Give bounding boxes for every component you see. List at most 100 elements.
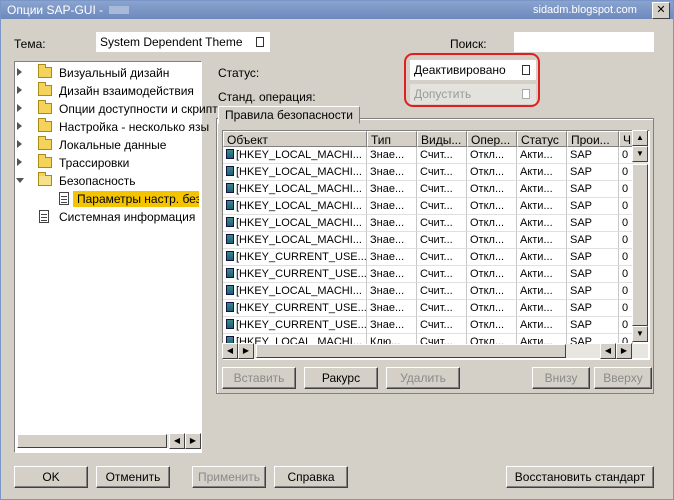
table-cell: SAP (567, 198, 619, 215)
column-header-count[interactable]: Ч. (619, 131, 633, 147)
tree-item-security[interactable]: Безопасность (15, 172, 201, 190)
column-header-object[interactable]: Объект (223, 131, 367, 147)
tree-item-interaction-design[interactable]: Дизайн взаимодействия (15, 82, 201, 100)
folder-icon (38, 136, 52, 150)
cell-text: [HKEY_LOCAL_MACHI... (236, 234, 362, 246)
table-cell: Акти... (517, 147, 567, 164)
tree-item-system-info[interactable]: Системная информация (15, 208, 201, 226)
open-folder-icon (38, 172, 52, 186)
cell-text: Откл... (470, 251, 505, 263)
table-cell: Знае... (367, 232, 417, 249)
table-cell: [HKEY_CURRENT_USE... (223, 300, 367, 317)
cell-text: Счит... (420, 149, 453, 161)
cell-text: SAP (570, 166, 593, 178)
help-button[interactable]: Справка (274, 466, 348, 488)
cell-text: [HKEY_CURRENT_USE... (236, 251, 367, 263)
expand-arrow-icon[interactable] (17, 86, 22, 94)
expand-arrow-icon[interactable] (17, 68, 22, 76)
cell-text: 0 (622, 285, 629, 297)
tree-item-visual-design[interactable]: Визуальный дизайн (15, 64, 201, 82)
column-header-origin[interactable]: Прои... (567, 131, 619, 147)
cell-text: Счит... (420, 234, 453, 246)
title-bar[interactable]: Опции SAP-GUI - sidadm.blogspot.com ✕ (1, 1, 673, 19)
cell-text: Откл... (470, 200, 505, 212)
theme-value: System Dependent Theme (100, 35, 243, 49)
settings-tree[interactable]: Визуальный дизайн Дизайн взаимодействия … (14, 61, 218, 453)
status-label: Статус: (218, 66, 260, 80)
column-header-operation[interactable]: Опер... (467, 131, 517, 147)
scroll-right-icon[interactable]: ▶ (185, 433, 201, 449)
tree-scroll-thumb[interactable] (17, 434, 167, 448)
table-cell: SAP (567, 266, 619, 283)
expand-arrow-icon[interactable] (17, 122, 22, 130)
theme-select[interactable]: System Dependent Theme (96, 32, 270, 52)
table-cell: Акти... (517, 266, 567, 283)
scroll-right-icon[interactable]: ▶ (616, 343, 632, 359)
insert-button: Вставить (222, 367, 296, 389)
tab-security-rules[interactable]: Правила безопасности (218, 106, 360, 124)
scroll-left-icon[interactable]: ◀ (222, 343, 238, 359)
cell-text: Откл... (470, 183, 505, 195)
table-cell: [HKEY_CURRENT_USE... (223, 266, 367, 283)
table-cell: 0 (619, 300, 633, 317)
scroll-right-icon[interactable]: ▶ (238, 343, 254, 359)
table-horizontal-scrollbar[interactable]: ◀ ▶ ◀ ▶ (222, 343, 648, 359)
table-cell: Откл... (467, 164, 517, 181)
scroll-up-icon[interactable]: ▲ (632, 130, 648, 146)
collapse-arrow-icon[interactable] (16, 178, 24, 183)
table-cell: [HKEY_LOCAL_MACHI... (223, 283, 367, 300)
table-cell: Откл... (467, 283, 517, 300)
scroll-left-icon[interactable]: ◀ (600, 343, 616, 359)
tree-item-accessibility[interactable]: Опции доступности и скрипт (15, 100, 218, 118)
cell-text: 0 (622, 183, 629, 195)
ok-button[interactable]: OK (14, 466, 88, 488)
table-cell: Знае... (367, 317, 417, 334)
tree-item-security-settings[interactable]: Параметры настр. безо (15, 190, 201, 208)
cancel-button[interactable]: Отменить (96, 466, 170, 488)
tree-item-multilanguage[interactable]: Настройка - несколько язы (15, 118, 209, 136)
cell-text: 0 (622, 234, 629, 246)
cell-text: SAP (570, 200, 593, 212)
close-button[interactable]: ✕ (652, 2, 670, 19)
registry-key-icon (226, 251, 234, 261)
table-scroll-thumb-h[interactable] (256, 344, 566, 358)
scroll-left-icon[interactable]: ◀ (169, 433, 185, 449)
column-header-type[interactable]: Тип (367, 131, 417, 147)
table-cell: [HKEY_LOCAL_MACHI... (223, 215, 367, 232)
column-header-kind[interactable]: Виды... (417, 131, 467, 147)
scroll-bottom-icon[interactable]: ▼ (632, 326, 648, 342)
table-cell: 0 (619, 164, 633, 181)
expand-arrow-icon[interactable] (17, 104, 22, 112)
highlight-annotation (404, 53, 540, 107)
tree-horizontal-scrollbar[interactable]: ◀ ▶ (17, 433, 201, 449)
cell-text: [HKEY_CURRENT_USE... (236, 302, 367, 314)
scroll-down-icon[interactable]: ▼ (632, 146, 648, 162)
tree-item-local-data[interactable]: Локальные данные (15, 136, 201, 154)
move-up-button: Вверху (594, 367, 652, 389)
blurred-title-part (109, 6, 129, 14)
table-vertical-scrollbar[interactable]: ▲ ▼ ▼ (632, 130, 648, 342)
tree-item-label: Системная информация (59, 210, 196, 224)
cell-text: Счит... (420, 217, 453, 229)
table-cell: Акти... (517, 181, 567, 198)
table-cell: Знае... (367, 283, 417, 300)
cell-text: Знае... (370, 183, 405, 195)
tree-item-label: Визуальный дизайн (59, 66, 170, 80)
tree-item-traces[interactable]: Трассировки (15, 154, 201, 172)
expand-arrow-icon[interactable] (17, 140, 22, 148)
restore-defaults-button[interactable]: Восстановить стандарт (506, 466, 654, 488)
search-input[interactable] (514, 32, 654, 52)
cell-text: Акти... (520, 268, 553, 280)
cell-text: Откл... (470, 285, 505, 297)
expand-arrow-icon[interactable] (17, 158, 22, 166)
table-cell: Знае... (367, 266, 417, 283)
security-rules-table[interactable]: Объект Тип Виды... Опер... Статус Прои..… (222, 130, 650, 360)
column-header-status[interactable]: Статус (517, 131, 567, 147)
cell-text: Счит... (420, 302, 453, 314)
table-cell: 0 (619, 215, 633, 232)
table-scroll-thumb-v[interactable] (632, 164, 648, 326)
dropdown-icon[interactable] (256, 37, 264, 47)
cell-text: Акти... (520, 302, 553, 314)
view-button[interactable]: Ракурс (304, 367, 378, 389)
folder-icon (38, 100, 52, 114)
